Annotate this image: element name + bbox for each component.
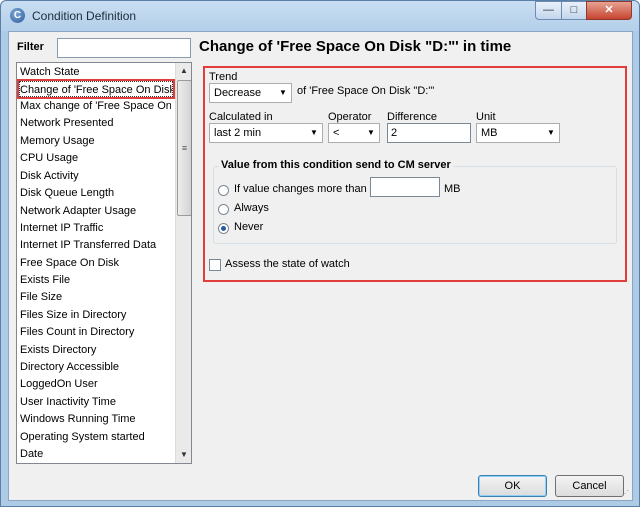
trend-label: Trend xyxy=(209,71,238,83)
operator-select[interactable]: < ▼ xyxy=(328,123,380,143)
scroll-up-arrow-icon[interactable]: ▲ xyxy=(176,63,191,79)
list-item[interactable]: Exists File xyxy=(20,272,171,288)
chevron-down-icon: ▼ xyxy=(310,128,318,137)
chevron-down-icon: ▼ xyxy=(367,128,375,137)
condition-heading: Change of 'Free Space On Disk "D:"' in t… xyxy=(199,38,512,55)
list-item[interactable]: Max change of 'Free Space On D xyxy=(20,98,171,114)
trend-suffix: of 'Free Space On Disk "D:"' xyxy=(297,85,435,97)
chevron-down-icon: ▼ xyxy=(279,88,287,97)
assess-state-label[interactable]: Assess the state of watch xyxy=(225,258,350,270)
calculated-in-label: Calculated in xyxy=(209,111,273,123)
condition-definition-window: C Condition Definition — □ ✕ Filter Watc… xyxy=(0,0,640,507)
list-item[interactable]: Watch State xyxy=(20,64,171,80)
difference-input[interactable]: 2 xyxy=(387,123,471,143)
list-item[interactable]: CPU Usage xyxy=(20,150,171,166)
condition-settings-panel: Trend Decrease ▼ of 'Free Space On Disk … xyxy=(203,66,627,282)
radio-if-changes[interactable] xyxy=(218,185,229,196)
title-bar[interactable]: C Condition Definition — □ ✕ xyxy=(1,1,639,31)
app-icon: C xyxy=(10,8,25,23)
list-item[interactable]: Files Count in Directory xyxy=(20,324,171,340)
unit-value: MB xyxy=(481,127,498,139)
scroll-thumb[interactable]: ≡ xyxy=(177,80,191,216)
trend-select[interactable]: Decrease ▼ xyxy=(209,83,292,103)
list-item[interactable]: Disk Queue Length xyxy=(20,185,171,201)
radio-never-label[interactable]: Never xyxy=(234,221,263,233)
filter-input[interactable] xyxy=(57,38,191,58)
scroll-down-arrow-icon[interactable]: ▼ xyxy=(176,447,191,463)
list-item[interactable]: File Size xyxy=(20,289,171,305)
list-item[interactable]: LoggedOn User xyxy=(20,376,171,392)
minimize-button[interactable]: — xyxy=(535,1,562,20)
list-item[interactable]: Free Space On Disk xyxy=(20,255,171,271)
list-item[interactable]: Internet IP Traffic xyxy=(20,220,171,236)
list-item[interactable]: Network Presented xyxy=(20,115,171,131)
list-item-selected[interactable]: Change of 'Free Space On Disk '' xyxy=(17,79,175,99)
send-group-title: Value from this condition send to CM ser… xyxy=(219,159,453,171)
list-item[interactable]: Memory Usage xyxy=(20,133,171,149)
list-item[interactable]: Date xyxy=(20,446,171,462)
window-title: Condition Definition xyxy=(32,9,137,23)
unit-label: Unit xyxy=(476,111,496,123)
list-item[interactable]: Exists Directory xyxy=(20,342,171,358)
maximize-button[interactable]: □ xyxy=(561,1,587,20)
list-item[interactable]: Directory Accessible xyxy=(20,359,171,375)
dialog-body: Filter Watch State Change of 'Free Space… xyxy=(8,31,633,501)
cancel-button[interactable]: Cancel xyxy=(555,475,624,497)
changes-value-input[interactable] xyxy=(370,177,440,197)
send-to-server-group: Value from this condition send to CM ser… xyxy=(213,159,617,244)
list-item[interactable]: Operating System started xyxy=(20,429,171,445)
difference-label: Difference xyxy=(387,111,437,123)
unit-select[interactable]: MB ▼ xyxy=(476,123,560,143)
ok-button[interactable]: OK xyxy=(478,475,547,497)
resize-grip-icon[interactable]: ⋰ xyxy=(621,489,631,499)
filter-label: Filter xyxy=(17,41,44,53)
list-item[interactable]: Internet IP Transferred Data xyxy=(20,237,171,253)
radio-if-changes-label[interactable]: If value changes more than xyxy=(234,183,367,195)
radio-always-label[interactable]: Always xyxy=(234,202,269,214)
list-item[interactable]: Files Size in Directory xyxy=(20,307,171,323)
calculated-in-value: last 2 min xyxy=(214,127,262,139)
changes-unit-label: MB xyxy=(444,183,461,195)
close-button[interactable]: ✕ xyxy=(586,1,632,20)
operator-label: Operator xyxy=(328,111,372,123)
condition-list[interactable]: Watch State Change of 'Free Space On Dis… xyxy=(16,62,192,464)
list-item[interactable]: Windows Running Time xyxy=(20,411,171,427)
chevron-down-icon: ▼ xyxy=(547,128,555,137)
list-item[interactable]: Network Adapter Usage xyxy=(20,203,171,219)
list-scrollbar[interactable]: ▲ ≡ ▼ xyxy=(175,63,191,463)
list-item[interactable]: Disk Activity xyxy=(20,168,171,184)
calculated-in-select[interactable]: last 2 min ▼ xyxy=(209,123,323,143)
operator-value: < xyxy=(333,127,340,139)
trend-value: Decrease xyxy=(214,87,262,99)
assess-state-checkbox[interactable] xyxy=(209,259,221,271)
list-item[interactable]: User Inactivity Time xyxy=(20,394,171,410)
radio-always[interactable] xyxy=(218,204,229,215)
radio-never[interactable] xyxy=(218,223,229,234)
